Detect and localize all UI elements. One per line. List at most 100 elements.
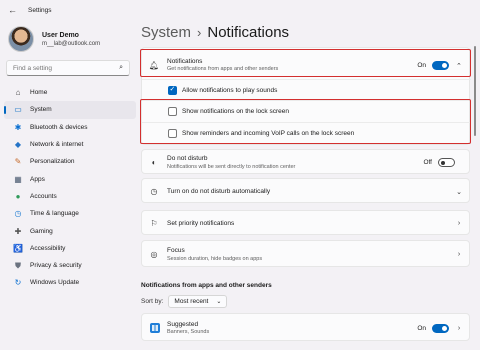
sidebar-item-accounts[interactable]: ● Accounts bbox=[4, 188, 136, 205]
play-sounds-label: Allow notifications to play sounds bbox=[182, 86, 278, 94]
auto-dnd-title: Turn on do not disturb automatically bbox=[167, 188, 271, 195]
notifications-card: 🔔︎ Notifications Get notifications from … bbox=[141, 47, 471, 145]
sidebar-item-privacy[interactable]: ⛊ Privacy & security bbox=[4, 257, 136, 274]
user-email: m__lab@outlook.com bbox=[42, 40, 101, 47]
sidebar-item-label: Network & internet bbox=[30, 141, 84, 149]
dnd-title: Do not disturb bbox=[167, 155, 208, 163]
notifications-row[interactable]: 🔔︎ Notifications Get notifications from … bbox=[142, 51, 471, 79]
globe-clock-icon: ◷ bbox=[14, 209, 22, 219]
back-arrow-icon[interactable]: ← bbox=[8, 5, 22, 15]
notifications-subtitle: Get notifications from apps and other se… bbox=[167, 66, 279, 73]
shield-icon: ⛊ bbox=[15, 260, 21, 270]
sidebar-nav: ⌂ Home ▭ System ✱ Bluetooth & devices ◆ … bbox=[4, 84, 136, 292]
chevron-right-icon[interactable]: › bbox=[455, 325, 463, 332]
voip-lock-screen-label: Show reminders and incoming VoIP calls o… bbox=[182, 130, 355, 137]
title-bar: ← Settings bbox=[0, 0, 480, 20]
lock-screen-checkbox[interactable] bbox=[168, 107, 177, 116]
divider bbox=[142, 79, 471, 80]
sidebar-item-network[interactable]: ◆ Network & internet bbox=[4, 136, 136, 153]
app-row[interactable]: Suggested Banners, Sounds On › bbox=[142, 314, 471, 342]
bluetooth-icon: ✱ bbox=[14, 122, 22, 132]
bell-icon: 🔔︎ bbox=[148, 60, 160, 70]
dnd-state: Off bbox=[423, 159, 432, 166]
sidebar-item-label: Gaming bbox=[30, 227, 53, 235]
gamepad-icon: ✚ bbox=[14, 226, 22, 236]
divider bbox=[142, 100, 471, 101]
option-voip-lock-screen[interactable]: Show reminders and incoming VoIP calls o… bbox=[142, 124, 471, 143]
sidebar-item-time-language[interactable]: ◷ Time & language bbox=[4, 205, 136, 222]
sidebar-item-label: Windows Update bbox=[30, 279, 80, 287]
system-icon: ▭ bbox=[14, 105, 22, 115]
focus-row[interactable]: ◎ Focus Session duration, hide badges on… bbox=[142, 241, 471, 268]
avatar bbox=[8, 26, 34, 52]
dnd-card[interactable]: ◐ Do not disturb Notifications will be s… bbox=[141, 149, 470, 174]
page-title: Notifications bbox=[207, 24, 290, 41]
sidebar-item-label: Apps bbox=[30, 175, 45, 183]
notifications-state: On bbox=[417, 61, 426, 69]
home-icon: ⌂ bbox=[15, 88, 21, 98]
sidebar-item-home[interactable]: ⌂ Home bbox=[4, 84, 136, 101]
chevron-up-icon[interactable]: ⌄ bbox=[455, 61, 463, 69]
breadcrumb-separator: › bbox=[197, 25, 202, 40]
sidebar-item-label: Time & language bbox=[30, 210, 79, 218]
lock-screen-label: Show notifications on the lock screen bbox=[182, 108, 289, 115]
app-detail: Banners, Sounds bbox=[167, 329, 210, 336]
user-name: User Demo bbox=[42, 31, 79, 39]
clock-icon: ◷ bbox=[150, 187, 158, 196]
priority-row[interactable]: ⚐ Set priority notifications › bbox=[142, 211, 471, 236]
app-toggle[interactable] bbox=[432, 323, 449, 333]
auto-dnd-row[interactable]: ◷ Turn on do not disturb automatically ⌄ bbox=[142, 179, 471, 204]
sidebar-item-label: Accessibility bbox=[30, 244, 66, 252]
apps-section-title: Notifications from apps and other sender… bbox=[141, 282, 272, 289]
sidebar-item-accessibility[interactable]: ♿ Accessibility bbox=[4, 240, 136, 257]
chevron-right-icon[interactable]: › bbox=[455, 220, 463, 227]
dnd-subtitle: Notifications will be sent directly to n… bbox=[167, 163, 296, 170]
sidebar-item-bluetooth[interactable]: ✱ Bluetooth & devices bbox=[4, 119, 136, 136]
option-lock-screen[interactable]: Show notifications on the lock screen bbox=[142, 102, 471, 121]
app-name: Suggested bbox=[167, 320, 199, 328]
auto-dnd-card[interactable]: ◷ Turn on do not disturb automatically ⌄ bbox=[141, 178, 470, 203]
apps-icon: ▦ bbox=[14, 174, 22, 184]
chevron-down-icon[interactable]: ⌄ bbox=[455, 188, 463, 196]
sort-select[interactable]: Most recent ⌄ bbox=[168, 295, 228, 308]
search-icon[interactable]: ⌕ bbox=[119, 64, 123, 72]
focus-title: Focus bbox=[167, 247, 185, 255]
update-icon: ↻ bbox=[14, 278, 22, 288]
search-box[interactable]: ⌕ bbox=[6, 60, 130, 76]
sidebar-item-label: Privacy & security bbox=[30, 262, 82, 270]
option-play-sounds[interactable]: Allow notifications to play sounds bbox=[142, 81, 471, 99]
sidebar-item-label: Bluetooth & devices bbox=[30, 123, 88, 131]
focus-subtitle: Session duration, hide badges on apps bbox=[167, 255, 263, 262]
search-input[interactable] bbox=[13, 64, 120, 72]
dnd-row[interactable]: ◐ Do not disturb Notifications will be s… bbox=[142, 150, 471, 175]
dnd-toggle[interactable] bbox=[438, 158, 455, 167]
chevron-right-icon[interactable]: › bbox=[455, 251, 463, 258]
window-title: Settings bbox=[28, 6, 52, 14]
sidebar-item-label: Home bbox=[30, 89, 48, 97]
wifi-icon: ◆ bbox=[14, 140, 22, 150]
person-icon: ● bbox=[15, 191, 21, 201]
sidebar-item-label: Personalization bbox=[30, 158, 75, 166]
focus-card[interactable]: ◎ Focus Session duration, hide badges on… bbox=[141, 240, 470, 267]
scrollbar[interactable] bbox=[474, 46, 476, 136]
play-sounds-checkbox[interactable] bbox=[168, 85, 177, 95]
user-profile[interactable]: User Demo m__lab@outlook.com bbox=[8, 26, 100, 52]
app-suggested-card[interactable]: Suggested Banners, Sounds On › bbox=[141, 313, 470, 341]
voip-lock-screen-checkbox[interactable] bbox=[168, 129, 177, 138]
notifications-toggle[interactable] bbox=[432, 60, 449, 70]
accessibility-icon: ♿ bbox=[13, 243, 23, 253]
breadcrumb-parent[interactable]: System bbox=[141, 24, 191, 41]
priority-card[interactable]: ⚐ Set priority notifications › bbox=[141, 210, 470, 235]
sidebar-item-system[interactable]: ▭ System bbox=[4, 101, 136, 119]
sidebar-item-apps[interactable]: ▦ Apps bbox=[4, 170, 136, 187]
sidebar: User Demo m__lab@outlook.com ⌕ ⌂ Home ▭ … bbox=[0, 20, 140, 350]
do-not-disturb-icon: ◐ bbox=[151, 158, 157, 167]
sidebar-item-label: Accounts bbox=[30, 192, 57, 200]
chevron-down-icon: ⌄ bbox=[216, 299, 222, 305]
focus-icon: ◎ bbox=[150, 250, 158, 259]
priority-title: Set priority notifications bbox=[167, 220, 235, 227]
sidebar-item-personalization[interactable]: ✎ Personalization bbox=[4, 153, 136, 170]
sidebar-item-gaming[interactable]: ✚ Gaming bbox=[4, 222, 136, 239]
sidebar-item-windows-update[interactable]: ↻ Windows Update bbox=[4, 274, 136, 291]
divider bbox=[142, 122, 471, 123]
